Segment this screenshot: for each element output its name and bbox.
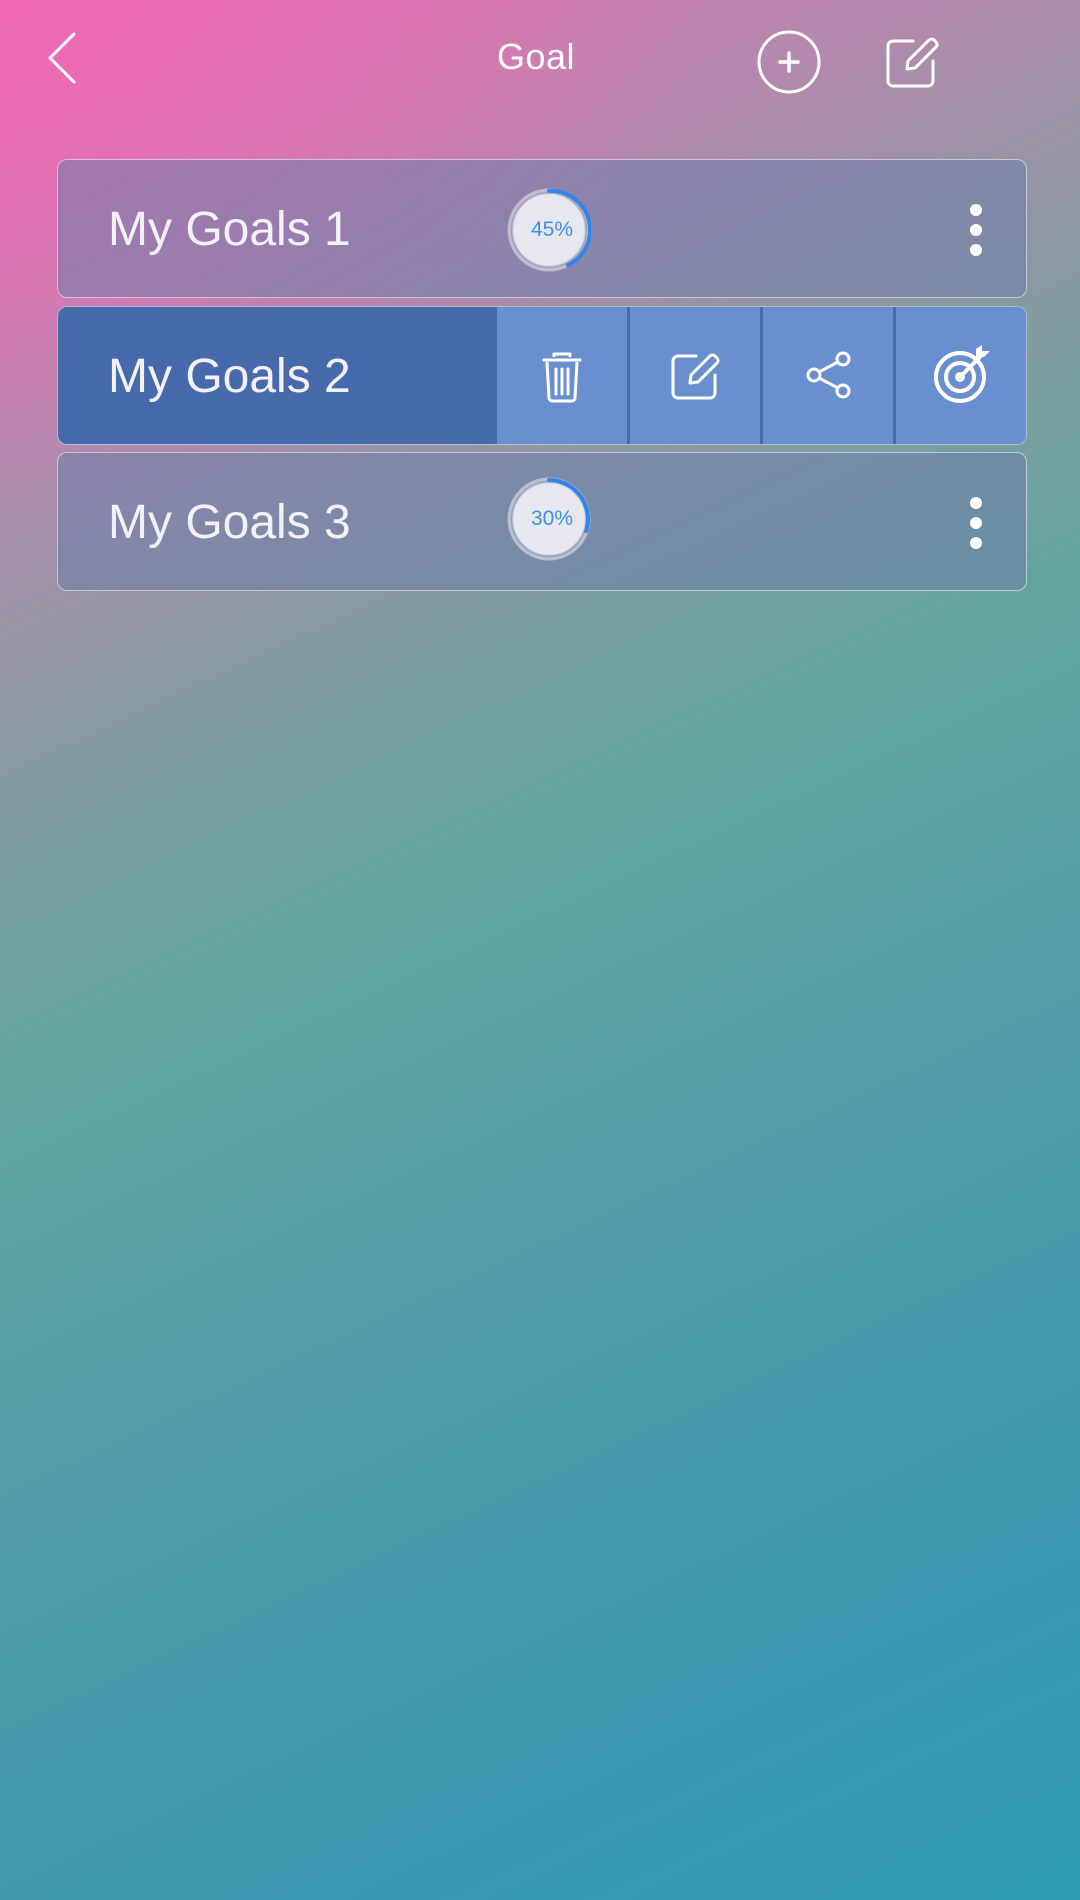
set-target-button[interactable] — [896, 307, 1026, 444]
more-options-button[interactable] — [958, 495, 994, 551]
edit-goals-button[interactable] — [883, 33, 941, 91]
goal-row-selected[interactable]: My Goals 2 — [57, 306, 1027, 445]
plus-circle-icon — [757, 30, 821, 94]
top-bar: Goal — [0, 0, 1080, 130]
delete-goal-button[interactable] — [497, 307, 627, 444]
progress-percent: 45% — [530, 218, 574, 241]
progress-ring: 45% — [507, 188, 591, 272]
edit-goal-button[interactable] — [630, 307, 760, 444]
progress-percent: 30% — [530, 507, 574, 530]
more-options-button[interactable] — [958, 202, 994, 258]
progress-ring: 30% — [507, 477, 591, 561]
goal-row[interactable]: My Goals 3 30% — [57, 452, 1027, 591]
goal-name: My Goals 2 — [108, 350, 351, 403]
share-icon — [806, 351, 851, 399]
edit-icon — [671, 353, 720, 400]
goal-name: My Goals 3 — [108, 496, 351, 549]
share-goal-button[interactable] — [763, 307, 893, 444]
target-icon — [934, 345, 990, 403]
goal-row[interactable]: My Goals 1 45% — [57, 159, 1027, 298]
add-goal-button[interactable] — [757, 30, 821, 94]
trash-icon — [542, 352, 582, 403]
goal-name: My Goals 1 — [108, 203, 351, 256]
edit-icon — [886, 37, 939, 88]
